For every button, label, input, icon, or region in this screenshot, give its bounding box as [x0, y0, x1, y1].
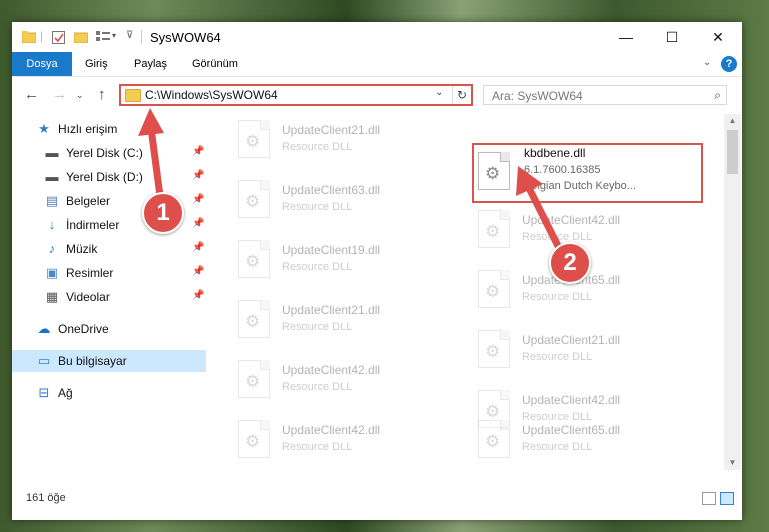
step-badge-2: 2 — [549, 242, 591, 284]
step-badge-1: 1 — [142, 192, 184, 234]
annotation-arrows — [138, 108, 564, 254]
annotation-arrow-2 — [516, 166, 564, 254]
annotation-arrow-1 — [138, 108, 164, 200]
